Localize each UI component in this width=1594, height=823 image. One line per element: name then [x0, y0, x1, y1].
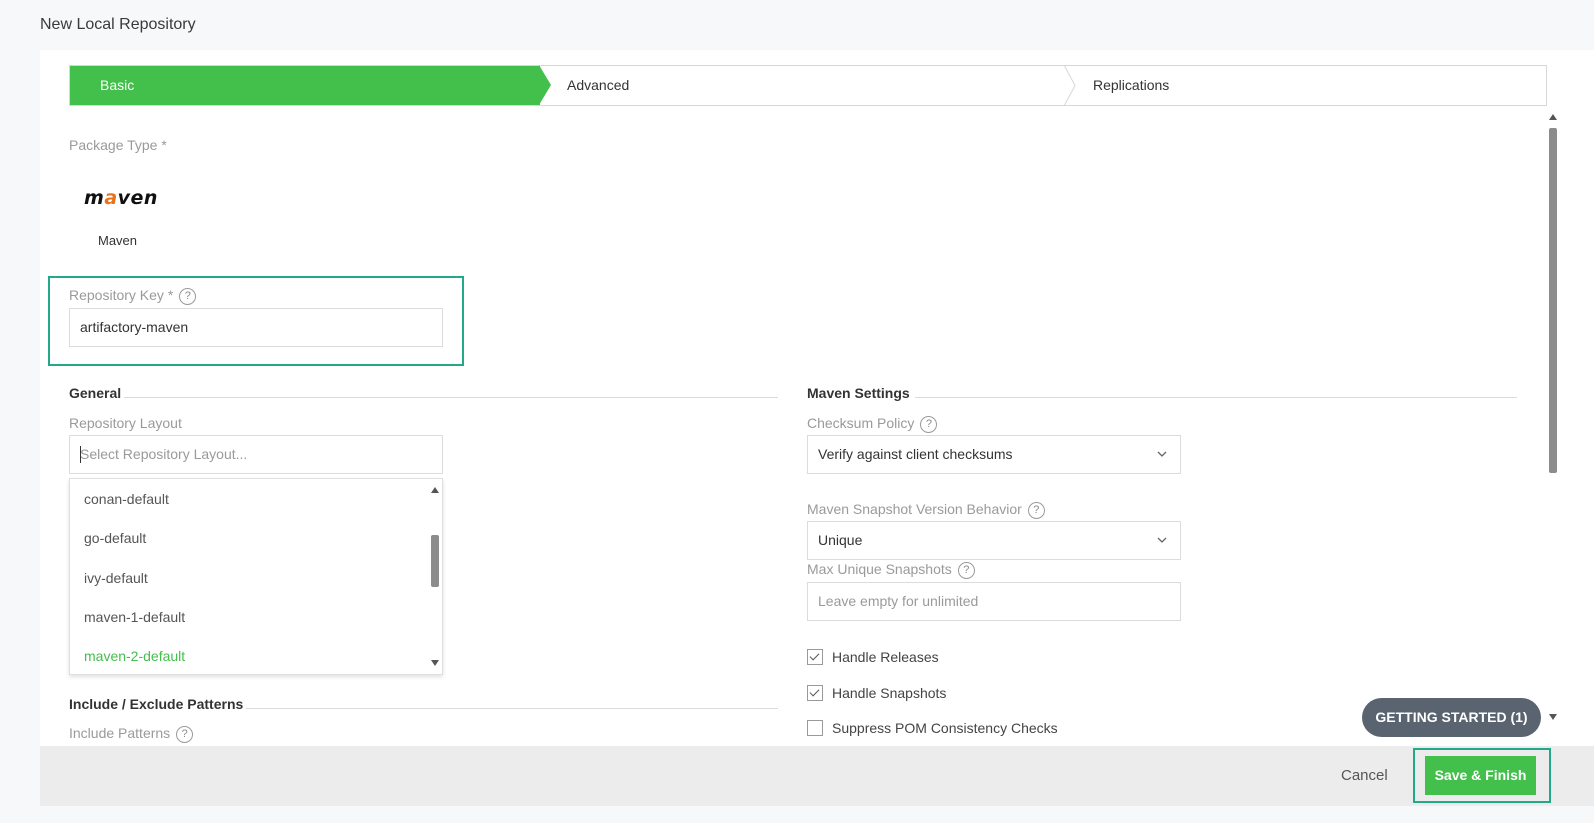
list-item[interactable]: go-default [84, 530, 146, 546]
suppress-pom-checkbox[interactable]: Suppress POM Consistency Checks [807, 720, 1058, 736]
help-icon[interactable]: ? [957, 562, 975, 579]
wizard-steps: Basic Advanced Replications [69, 65, 1547, 106]
scroll-down-icon[interactable] [431, 660, 439, 666]
handle-releases-checkbox[interactable]: Handle Releases [807, 649, 939, 665]
cancel-button[interactable]: Cancel [1341, 767, 1388, 784]
tab-advanced[interactable]: Advanced [567, 66, 629, 105]
snapshot-behavior-label: Maven Snapshot Version Behavior? [807, 501, 1045, 519]
tab-basic[interactable]: Basic [70, 66, 540, 105]
step-chevron-icon [1064, 65, 1078, 106]
scroll-up-icon[interactable] [1549, 114, 1557, 120]
repository-key-input[interactable]: artifactory-maven [69, 308, 443, 347]
page-scrollbar[interactable] [1547, 110, 1559, 725]
include-exclude-heading: Include / Exclude Patterns [69, 696, 244, 712]
help-icon[interactable]: ? [920, 416, 938, 433]
list-item[interactable]: ivy-default [84, 570, 148, 586]
maven-logo[interactable]: maven [84, 187, 158, 209]
checksum-policy-label: Checksum Policy? [807, 415, 938, 433]
help-icon[interactable]: ? [176, 726, 194, 743]
text-caret [80, 446, 81, 463]
list-item[interactable]: maven-1-default [84, 609, 185, 625]
general-heading: General [69, 385, 122, 401]
list-item[interactable]: conan-default [84, 491, 169, 507]
step-arrow-icon [539, 65, 551, 105]
checkbox-icon[interactable] [807, 720, 823, 736]
max-snapshots-input[interactable]: Leave empty for unlimited [807, 582, 1181, 621]
maven-settings-divider [915, 397, 1517, 398]
chevron-down-icon [1157, 451, 1167, 457]
checkbox-icon[interactable] [807, 685, 823, 701]
repository-layout-input[interactable]: Select Repository Layout... [69, 435, 443, 474]
repository-layout-label: Repository Layout [69, 415, 182, 431]
repository-form-card: Basic Advanced Replications Package Type… [40, 50, 1594, 746]
dropdown-scrollbar[interactable] [428, 479, 442, 674]
package-type-name: Maven [98, 233, 138, 248]
include-exclude-divider [246, 708, 778, 709]
list-item-selected[interactable]: maven-2-default [84, 648, 185, 664]
help-icon[interactable]: ? [1027, 502, 1045, 519]
scroll-thumb[interactable] [1549, 128, 1557, 473]
scroll-down-icon[interactable] [1549, 714, 1557, 720]
repository-layout-dropdown[interactable]: conan-default go-default ivy-default mav… [69, 478, 443, 675]
maven-settings-heading: Maven Settings [807, 385, 910, 401]
include-patterns-label: Include Patterns? [69, 725, 194, 743]
package-type-label: Package Type * [69, 137, 167, 153]
max-snapshots-label: Max Unique Snapshots? [807, 561, 975, 579]
checksum-policy-select[interactable]: Verify against client checksums [807, 435, 1181, 474]
page-title: New Local Repository [40, 16, 196, 33]
scroll-up-icon[interactable] [431, 487, 439, 493]
repository-key-label: Repository Key *? [69, 287, 197, 305]
save-and-finish-button[interactable]: Save & Finish [1425, 756, 1536, 795]
snapshot-behavior-select[interactable]: Unique [807, 521, 1181, 560]
getting-started-button[interactable]: GETTING STARTED (1) [1362, 698, 1541, 737]
general-divider [124, 397, 778, 398]
help-icon[interactable]: ? [179, 288, 197, 305]
tab-replications[interactable]: Replications [1093, 66, 1169, 105]
checkbox-icon[interactable] [807, 649, 823, 665]
handle-snapshots-checkbox[interactable]: Handle Snapshots [807, 685, 946, 701]
chevron-down-icon [1157, 537, 1167, 543]
scroll-thumb[interactable] [431, 535, 439, 587]
